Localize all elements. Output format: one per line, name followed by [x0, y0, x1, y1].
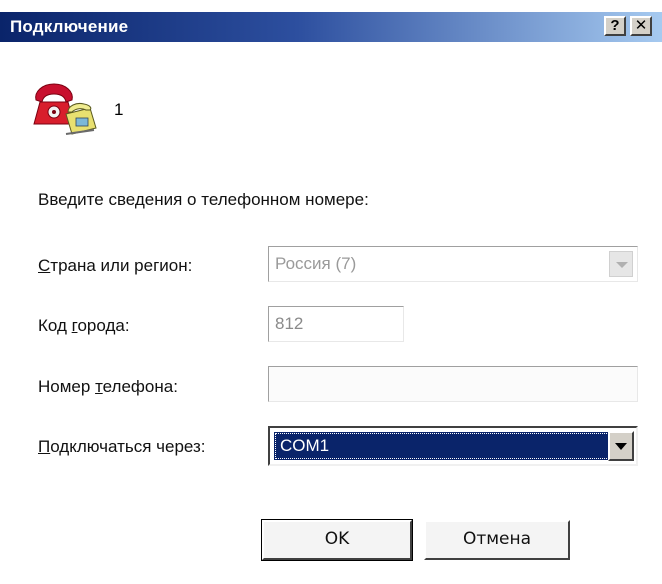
connect-using-label-accel: П	[38, 437, 51, 456]
phone-number-input[interactable]	[268, 366, 638, 402]
chevron-down-icon	[615, 443, 627, 450]
area-code-value: 812	[275, 314, 304, 333]
country-label: Страна или регион:	[38, 256, 192, 276]
close-button[interactable]: ✕	[630, 16, 652, 36]
phone-number-label: Номер телефона:	[38, 377, 178, 397]
window-title: Подключение	[10, 17, 129, 36]
connect-using-dropdown-button[interactable]	[608, 431, 634, 461]
chevron-down-icon	[616, 262, 628, 268]
connect-using-select[interactable]: COM1	[268, 426, 638, 466]
country-label-text: трана или регион:	[50, 256, 193, 275]
country-value: Россия (7)	[275, 254, 357, 273]
country-dropdown-button[interactable]	[609, 251, 633, 277]
cancel-button[interactable]: Отмена	[424, 520, 570, 560]
prompt-text: Введите сведения о телефонном номере:	[38, 190, 369, 209]
connect-using-label-text: одключаться через:	[50, 437, 206, 456]
title-bar[interactable]: Подключение ? ✕	[0, 12, 662, 42]
phone-icon	[32, 78, 112, 143]
phone-number-label-pre: Номер	[38, 377, 96, 396]
country-select[interactable]: Россия (7)	[268, 246, 638, 282]
connection-name: 1	[114, 100, 124, 119]
ok-button[interactable]: OK	[261, 519, 413, 561]
phone-number-label-accel: т	[95, 377, 103, 396]
connection-dialog: Подключение ? ✕ 1 Введите сведения о тел…	[0, 0, 662, 584]
phone-number-label-text: елефона:	[102, 377, 178, 396]
area-code-label: Код города:	[38, 316, 130, 336]
area-code-label-text: орода:	[77, 316, 130, 335]
connect-using-value: COM1	[274, 432, 610, 460]
help-button[interactable]: ?	[604, 16, 626, 36]
area-code-label-pre: Код	[38, 316, 72, 335]
connect-using-label: Подключаться через:	[38, 437, 206, 457]
area-code-input[interactable]: 812	[268, 306, 404, 342]
country-label-accel: С	[38, 256, 51, 275]
